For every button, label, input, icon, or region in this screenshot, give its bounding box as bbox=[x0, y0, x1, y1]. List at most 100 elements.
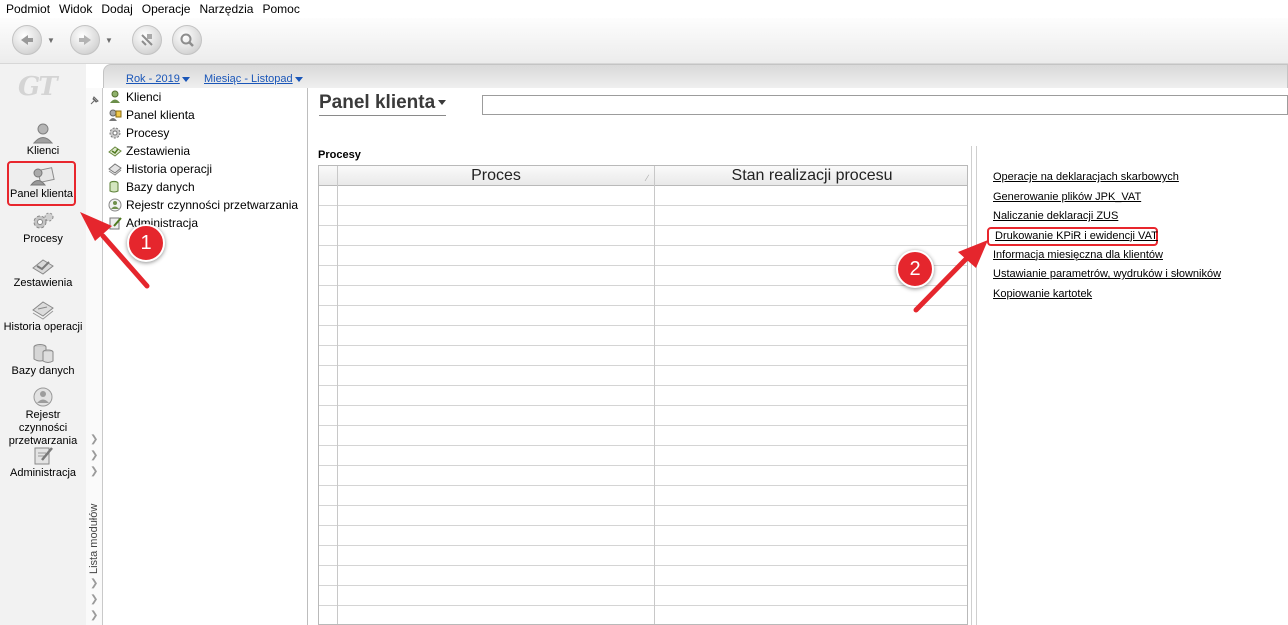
link-jpk-vat[interactable]: Generowanie plików JPK_VAT bbox=[993, 188, 1283, 208]
refresh-button[interactable] bbox=[132, 25, 162, 55]
menu-podmiot[interactable]: Podmiot bbox=[6, 2, 50, 16]
table-row[interactable] bbox=[319, 386, 967, 406]
menu-dodaj[interactable]: Dodaj bbox=[101, 2, 132, 16]
table-row[interactable] bbox=[319, 406, 967, 426]
table-row[interactable] bbox=[319, 426, 967, 446]
module-administracja[interactable]: Administracja bbox=[0, 444, 86, 480]
table-row[interactable] bbox=[319, 506, 967, 526]
history-icon bbox=[108, 163, 122, 176]
forward-dropdown-icon[interactable]: ▼ bbox=[105, 36, 113, 45]
year-selector-label: Rok - 2019 bbox=[126, 73, 180, 85]
app-logo: GT bbox=[18, 72, 58, 102]
admin-icon bbox=[34, 447, 53, 465]
column-header-proces[interactable]: Proces ∕ bbox=[337, 166, 654, 186]
module-tree-panel: ❯ ❯ ❯ Lista modułów ❯ ❯ ❯ Klienci Panel … bbox=[86, 88, 308, 625]
module-panel-klienta[interactable]: Panel klienta bbox=[7, 161, 76, 206]
sort-icon: ∕ bbox=[646, 173, 648, 183]
chevron-right-icon[interactable]: ❯ bbox=[90, 466, 98, 477]
forward-button[interactable] bbox=[70, 25, 100, 55]
panel-title-text: Panel klienta bbox=[319, 92, 436, 113]
column-divider bbox=[337, 186, 338, 624]
link-deklaracje-zus[interactable]: Naliczanie deklaracji ZUS bbox=[993, 207, 1283, 227]
table-row[interactable] bbox=[319, 606, 967, 624]
chevron-right-icon[interactable]: ❯ bbox=[90, 578, 98, 589]
year-selector[interactable]: Rok - 2019 bbox=[126, 73, 190, 85]
toolbar: ▼ ▼ bbox=[0, 18, 1288, 64]
back-button[interactable] bbox=[12, 25, 42, 55]
year-dropdown-icon bbox=[181, 76, 190, 82]
tree-item-zestawienia[interactable]: Zestawienia bbox=[104, 142, 307, 160]
module-sidebar: GT Klienci Panel klienta Procesy Zestawi… bbox=[0, 64, 86, 625]
table-row[interactable] bbox=[319, 326, 967, 346]
table-row[interactable] bbox=[319, 366, 967, 386]
table-row[interactable] bbox=[319, 286, 967, 306]
menu-pomoc[interactable]: Pomoc bbox=[262, 2, 299, 16]
column-header-stan[interactable]: Stan realizacji procesu bbox=[654, 166, 967, 186]
refresh-icon bbox=[141, 34, 153, 46]
menu-widok[interactable]: Widok bbox=[59, 2, 92, 16]
back-dropdown-icon[interactable]: ▼ bbox=[47, 36, 55, 45]
table-row[interactable] bbox=[319, 486, 967, 506]
tree-item-klienci[interactable]: Klienci bbox=[104, 88, 307, 106]
chevron-right-icon[interactable]: ❯ bbox=[90, 610, 98, 621]
chevron-down-icon bbox=[438, 100, 447, 106]
annotation-badge-1: 1 bbox=[127, 224, 165, 262]
table-row[interactable] bbox=[319, 206, 967, 226]
table-row[interactable] bbox=[319, 346, 967, 366]
module-klienci[interactable]: Klienci bbox=[0, 122, 86, 158]
link-informacja-miesieczna[interactable]: Informacja miesięczna dla klientów bbox=[993, 246, 1283, 266]
link-deklaracje-skarbowe[interactable]: Operacje na deklaracjach skarbowych bbox=[993, 168, 1283, 188]
table-row[interactable] bbox=[319, 266, 967, 286]
tree-item-rejestr[interactable]: Rejestr czynności przetwarzania bbox=[104, 196, 307, 214]
menu-operacje[interactable]: Operacje bbox=[142, 2, 191, 16]
chevron-right-icon[interactable]: ❯ bbox=[90, 594, 98, 605]
module-procesy-label: Procesy bbox=[23, 233, 63, 245]
client-name-field[interactable] bbox=[482, 95, 1288, 115]
tree-item-historia-operacji[interactable]: Historia operacji bbox=[104, 160, 307, 178]
table-row[interactable] bbox=[319, 566, 967, 586]
chevron-right-icon[interactable]: ❯ bbox=[90, 450, 98, 461]
link-kopiowanie-kartotek[interactable]: Kopiowanie kartotek bbox=[993, 285, 1283, 305]
annotation-badge-2: 2 bbox=[896, 250, 934, 288]
panel-title[interactable]: Panel klienta bbox=[319, 92, 447, 116]
module-klienci-label: Klienci bbox=[26, 145, 60, 157]
module-rejestr[interactable]: Rejestr czynności przetwarzania bbox=[0, 386, 86, 448]
link-ustawianie-parametrow[interactable]: Ustawianie parametrów, wydruków i słowni… bbox=[993, 265, 1283, 285]
search-icon bbox=[180, 33, 194, 47]
table-row[interactable] bbox=[319, 546, 967, 566]
tree-item-bazy-danych[interactable]: Bazy danych bbox=[104, 178, 307, 196]
client-panel-icon bbox=[29, 167, 55, 186]
module-panel-klienta-label: Panel klienta bbox=[10, 188, 73, 200]
table-row[interactable] bbox=[319, 186, 967, 206]
chevron-right-icon[interactable]: ❯ bbox=[90, 434, 98, 445]
table-row[interactable] bbox=[319, 586, 967, 606]
module-historia-operacji[interactable]: Historia operacji bbox=[0, 298, 86, 334]
module-zestawienia[interactable]: Zestawienia bbox=[0, 254, 86, 290]
table-row[interactable] bbox=[319, 446, 967, 466]
month-selector[interactable]: Miesiąc - Listopad bbox=[204, 73, 303, 85]
history-icon bbox=[32, 301, 54, 320]
table-row[interactable] bbox=[319, 466, 967, 486]
tree-item-procesy[interactable]: Procesy bbox=[104, 124, 307, 142]
link-drukowanie-kpir[interactable]: Drukowanie KPiR i ewidencji VAT bbox=[987, 226, 1158, 246]
table-row[interactable] bbox=[319, 226, 967, 246]
action-links: Operacje na deklaracjach skarbowych Gene… bbox=[987, 168, 1283, 305]
search-button[interactable] bbox=[172, 25, 202, 55]
month-dropdown-icon bbox=[294, 76, 303, 82]
panel-splitter[interactable] bbox=[971, 146, 977, 625]
menu-narzedzia[interactable]: Narzędzia bbox=[199, 2, 253, 16]
table-row[interactable] bbox=[319, 306, 967, 326]
table-row[interactable] bbox=[319, 526, 967, 546]
pin-icon[interactable] bbox=[89, 95, 100, 106]
table-row[interactable] bbox=[319, 246, 967, 266]
database-icon bbox=[33, 344, 54, 363]
admin-icon bbox=[109, 217, 122, 230]
module-procesy[interactable]: Procesy bbox=[0, 210, 86, 246]
tree-item-panel-klienta[interactable]: Panel klienta bbox=[104, 106, 307, 124]
module-bazy-danych[interactable]: Bazy danych bbox=[0, 342, 86, 378]
report-icon bbox=[32, 259, 54, 275]
module-list-strip[interactable]: ❯ ❯ ❯ Lista modułów ❯ ❯ ❯ bbox=[86, 88, 103, 625]
main-panel: Panel klienta Procesy Proces ∕ Stan real… bbox=[308, 88, 1288, 625]
gears-icon bbox=[109, 127, 121, 139]
table-header: Proces ∕ Stan realizacji procesu bbox=[319, 166, 967, 186]
